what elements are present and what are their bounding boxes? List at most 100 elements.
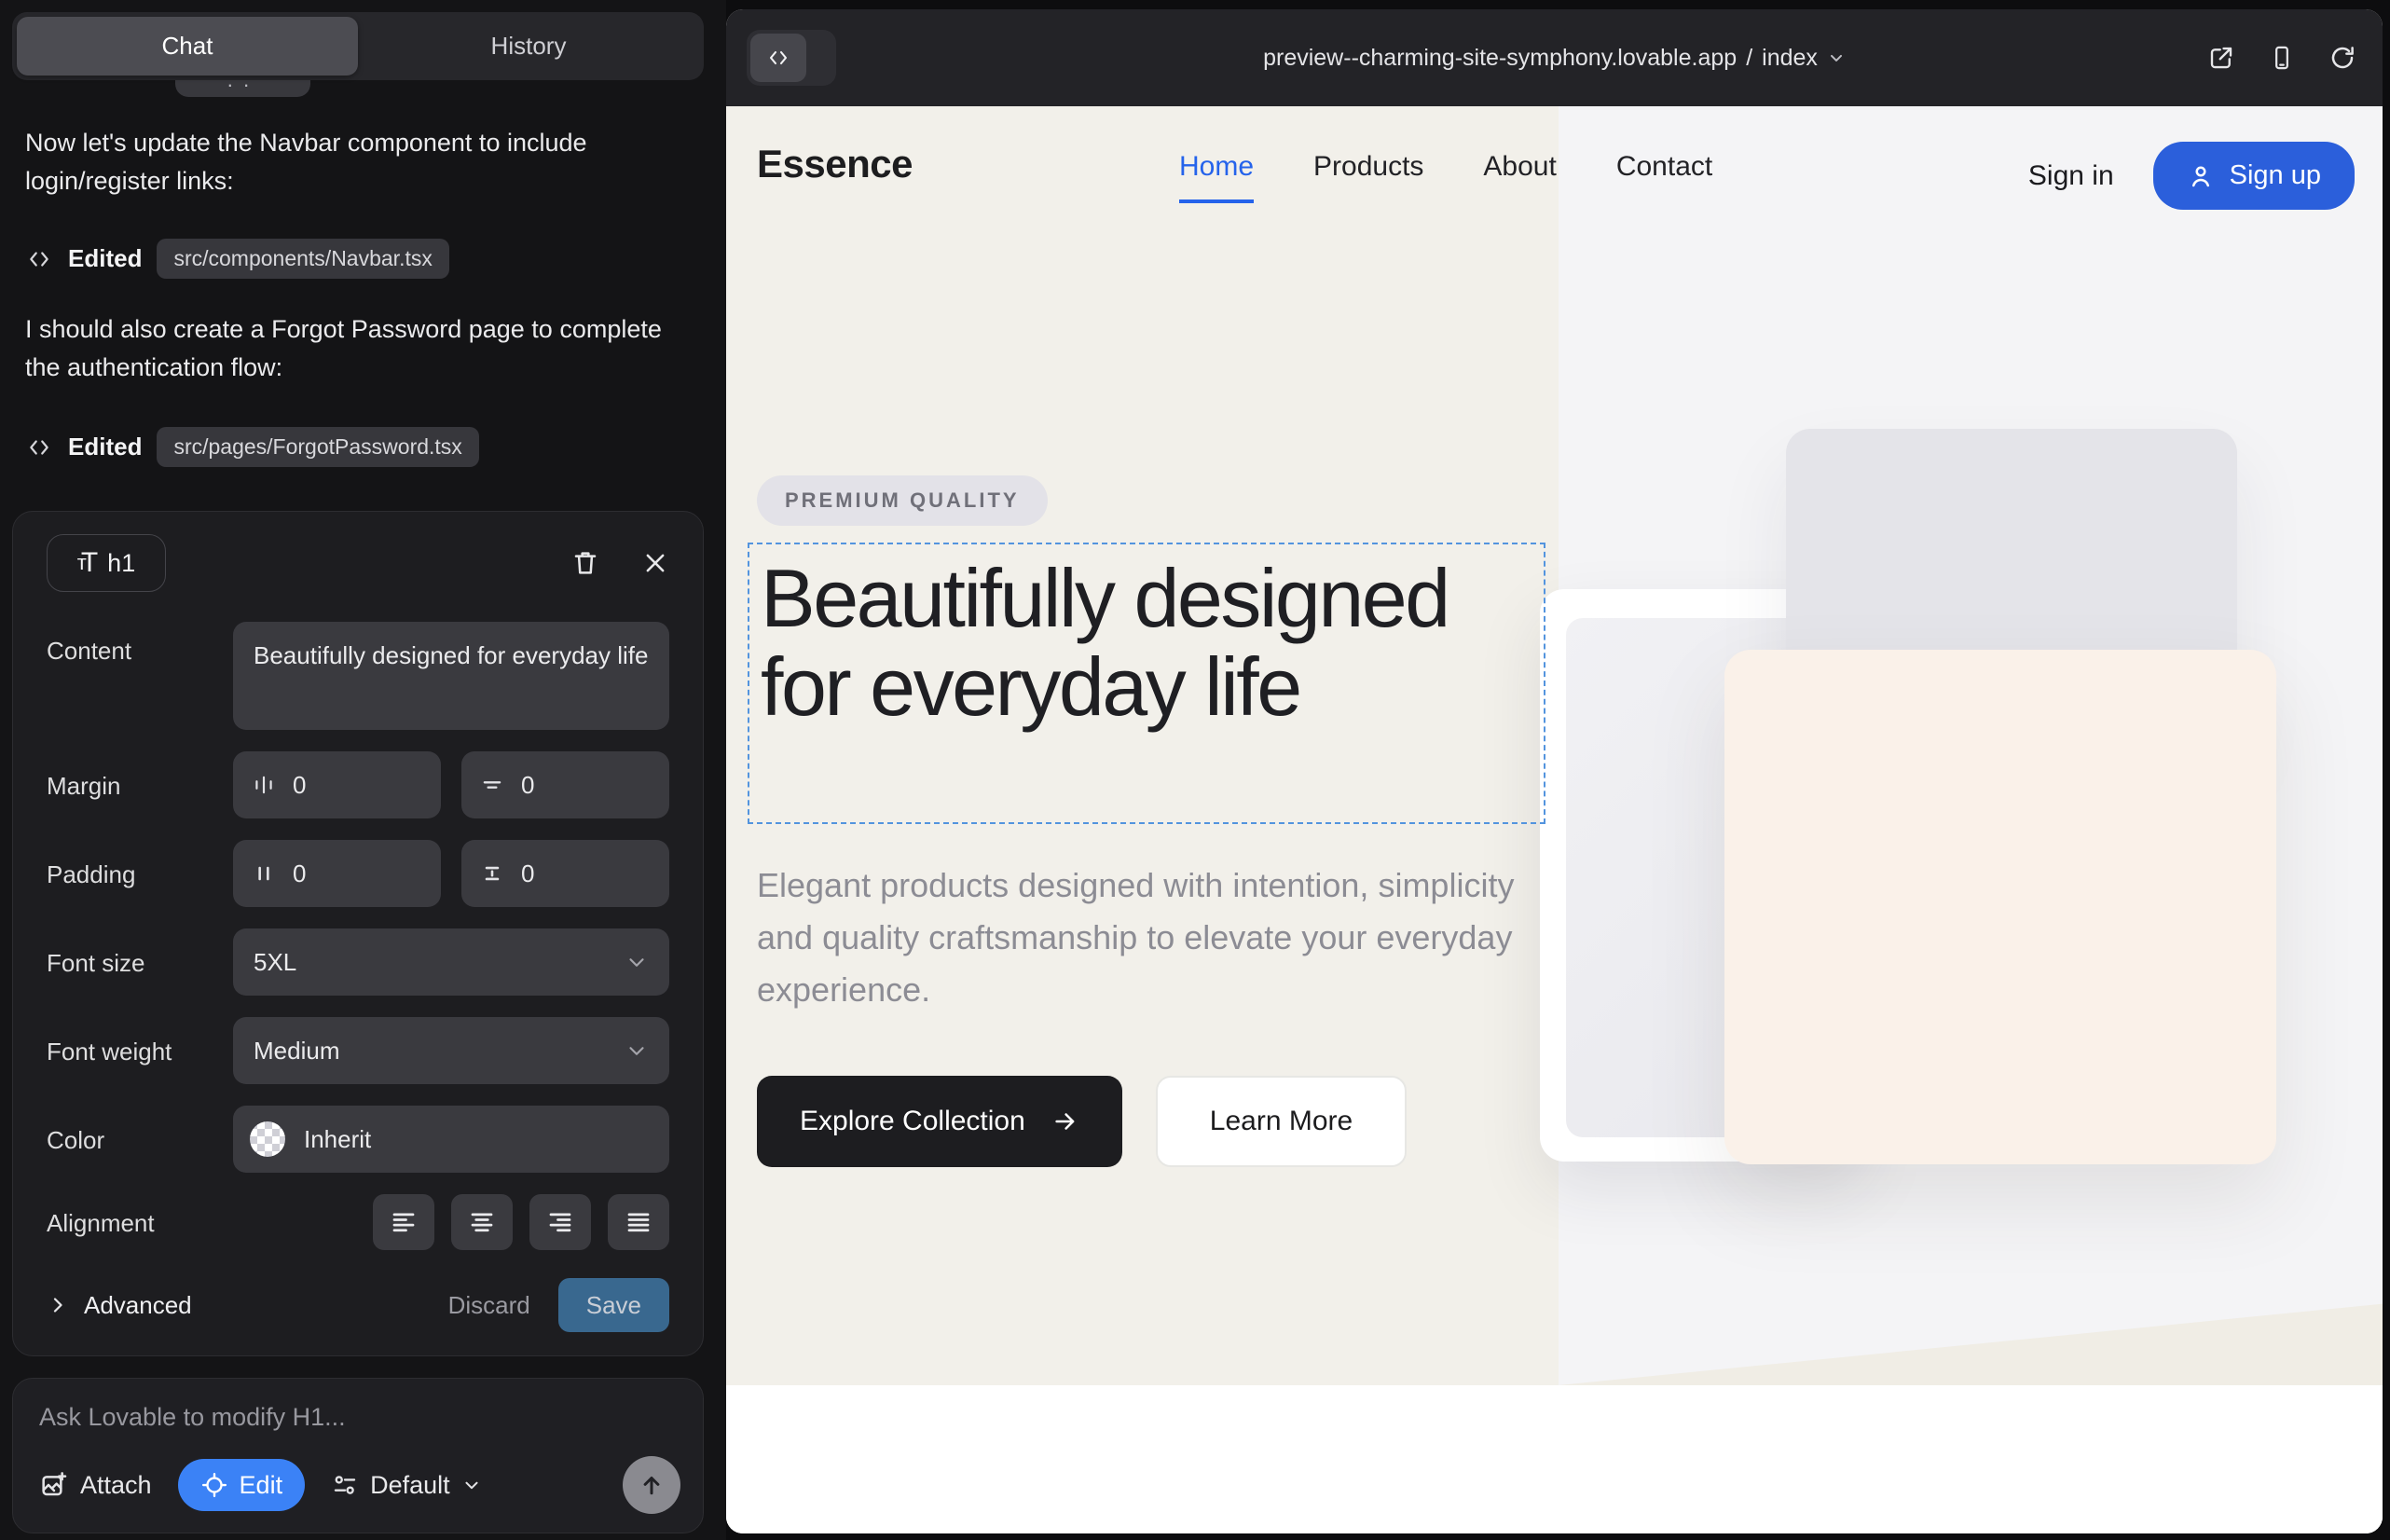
hero-cta-row: Explore Collection Learn More [757, 1076, 1407, 1167]
mobile-view-icon[interactable] [2269, 44, 2295, 72]
margin-x-input[interactable]: 0 [233, 751, 441, 818]
padding-x-input[interactable]: 0 [233, 840, 441, 907]
chat-history-tabbar: Chat History [12, 12, 704, 80]
app-window: Chat History ·· Now let's update the Nav… [0, 0, 2390, 1540]
editor-footer: Advanced Discard Save [47, 1278, 669, 1332]
prompt-toolbar: Attach Edit Default [39, 1456, 680, 1514]
next-section [726, 1385, 2383, 1533]
url-bar[interactable]: preview--charming-site-symphony.lovable.… [726, 9, 2383, 106]
edit-mode-button[interactable]: Edit [178, 1459, 306, 1511]
hero-heading[interactable]: Beautifully designed for everyday life [761, 554, 1534, 732]
padding-label: Padding [47, 859, 233, 889]
discard-button[interactable]: Discard [448, 1291, 530, 1320]
refresh-icon[interactable] [2328, 44, 2356, 72]
color-row: Color Inherit [47, 1106, 669, 1173]
padding-y-input[interactable]: 0 [461, 840, 669, 907]
element-selection-outline[interactable]: Beautifully designed for everyday life [748, 543, 1545, 824]
alignment-label: Alignment [47, 1207, 233, 1238]
color-label: Color [47, 1124, 233, 1155]
align-right-button[interactable] [529, 1194, 591, 1250]
margin-label: Margin [47, 770, 233, 801]
nav-link-about[interactable]: About [1483, 151, 1556, 203]
person-icon [2187, 162, 2215, 190]
save-button[interactable]: Save [558, 1278, 669, 1332]
align-justify-button[interactable] [608, 1194, 669, 1250]
align-center-button[interactable] [451, 1194, 513, 1250]
margin-vertical-icon [480, 773, 504, 797]
padding-row: Padding 0 0 [47, 840, 669, 907]
sign-in-link[interactable]: Sign in [2028, 160, 2114, 192]
prompt-input[interactable]: Ask Lovable to modify H1... [39, 1403, 677, 1432]
code-icon [25, 247, 53, 271]
alignment-row: Alignment [47, 1194, 669, 1250]
file-path-pill[interactable]: src/components/Navbar.tsx [157, 239, 448, 279]
font-size-label: Font size [47, 947, 233, 978]
sidebar: Chat History ·· Now let's update the Nav… [0, 0, 726, 1540]
tab-history[interactable]: History [358, 17, 699, 76]
chevron-down-icon [1827, 48, 1846, 67]
edited-label: Edited [68, 433, 142, 461]
font-weight-row: Font weight Medium [47, 1017, 669, 1084]
element-editor-panel: тT h1 Content Beautifully designed for e… [12, 511, 704, 1356]
learn-more-button[interactable]: Learn More [1156, 1076, 1407, 1167]
close-icon[interactable] [641, 549, 669, 577]
tab-chat[interactable]: Chat [17, 17, 358, 76]
auth-actions: Sign in Sign up [2028, 142, 2355, 210]
site-logo[interactable]: Essence [757, 142, 913, 186]
element-tag-pill[interactable]: тT h1 [47, 534, 166, 592]
prompt-box: Ask Lovable to modify H1... Attach Edit [12, 1378, 704, 1533]
align-center-icon [468, 1208, 496, 1236]
margin-row: Margin 0 0 [47, 751, 669, 818]
chevron-down-icon [461, 1475, 482, 1495]
chevron-down-icon [625, 950, 649, 974]
arrow-right-icon [1051, 1107, 1079, 1135]
send-button[interactable] [623, 1456, 680, 1514]
explore-collection-button[interactable]: Explore Collection [757, 1076, 1122, 1167]
font-weight-select[interactable]: Medium [233, 1017, 669, 1084]
hero-paragraph: Elegant products designed with intention… [757, 859, 1521, 1016]
align-right-icon [546, 1208, 574, 1236]
edited-file-row[interactable]: Edited src/pages/ForgotPassword.tsx [25, 427, 479, 467]
edited-label: Edited [68, 244, 142, 273]
transparent-color-swatch [250, 1121, 285, 1157]
sliders-icon [331, 1471, 359, 1499]
url-separator: / [1746, 45, 1752, 72]
file-path-pill[interactable]: src/pages/ForgotPassword.tsx [157, 427, 478, 467]
premium-quality-badge: PREMIUM QUALITY [757, 475, 1048, 526]
attach-button[interactable]: Attach [39, 1470, 152, 1500]
content-label: Content [47, 622, 233, 666]
nav-link-contact[interactable]: Contact [1616, 151, 1712, 203]
site-navbar: Essence Home Products About Contact Sign… [726, 106, 2383, 237]
element-tag-name: h1 [107, 549, 135, 578]
align-left-button[interactable] [373, 1194, 434, 1250]
content-input[interactable]: Beautifully designed for everyday life [233, 622, 669, 730]
attach-image-icon [39, 1470, 69, 1500]
preview-page: index [1762, 45, 1818, 72]
nav-link-home[interactable]: Home [1179, 151, 1254, 203]
font-size-select[interactable]: 5XL [233, 928, 669, 996]
preview-url: preview--charming-site-symphony.lovable.… [1263, 45, 1737, 72]
advanced-toggle[interactable]: Advanced [47, 1291, 192, 1320]
preview-window: preview--charming-site-symphony.lovable.… [726, 9, 2383, 1533]
align-left-icon [390, 1208, 418, 1236]
color-picker[interactable]: Inherit [233, 1106, 669, 1173]
nav-link-products[interactable]: Products [1313, 151, 1423, 203]
delete-element-button[interactable] [570, 548, 600, 578]
arrow-up-icon [638, 1471, 666, 1499]
default-mode-select[interactable]: Default [331, 1471, 482, 1500]
open-external-icon[interactable] [2207, 44, 2235, 72]
font-weight-label: Font weight [47, 1036, 233, 1066]
sign-up-button[interactable]: Sign up [2153, 142, 2355, 210]
clipped-chat-pill: ·· [175, 78, 310, 97]
padding-horizontal-icon [252, 861, 276, 886]
code-icon [25, 435, 53, 460]
decor-cream-rect [1724, 650, 2276, 1164]
site-nav-links: Home Products About Contact [1179, 151, 1712, 203]
chat-message: Now let's update the Navbar component to… [25, 124, 692, 199]
typography-icon: тT [77, 547, 98, 579]
edited-file-row[interactable]: Edited src/components/Navbar.tsx [25, 239, 449, 279]
margin-horizontal-icon [252, 773, 276, 797]
chrome-actions [2207, 9, 2356, 106]
chevron-right-icon [47, 1294, 69, 1316]
margin-y-input[interactable]: 0 [461, 751, 669, 818]
